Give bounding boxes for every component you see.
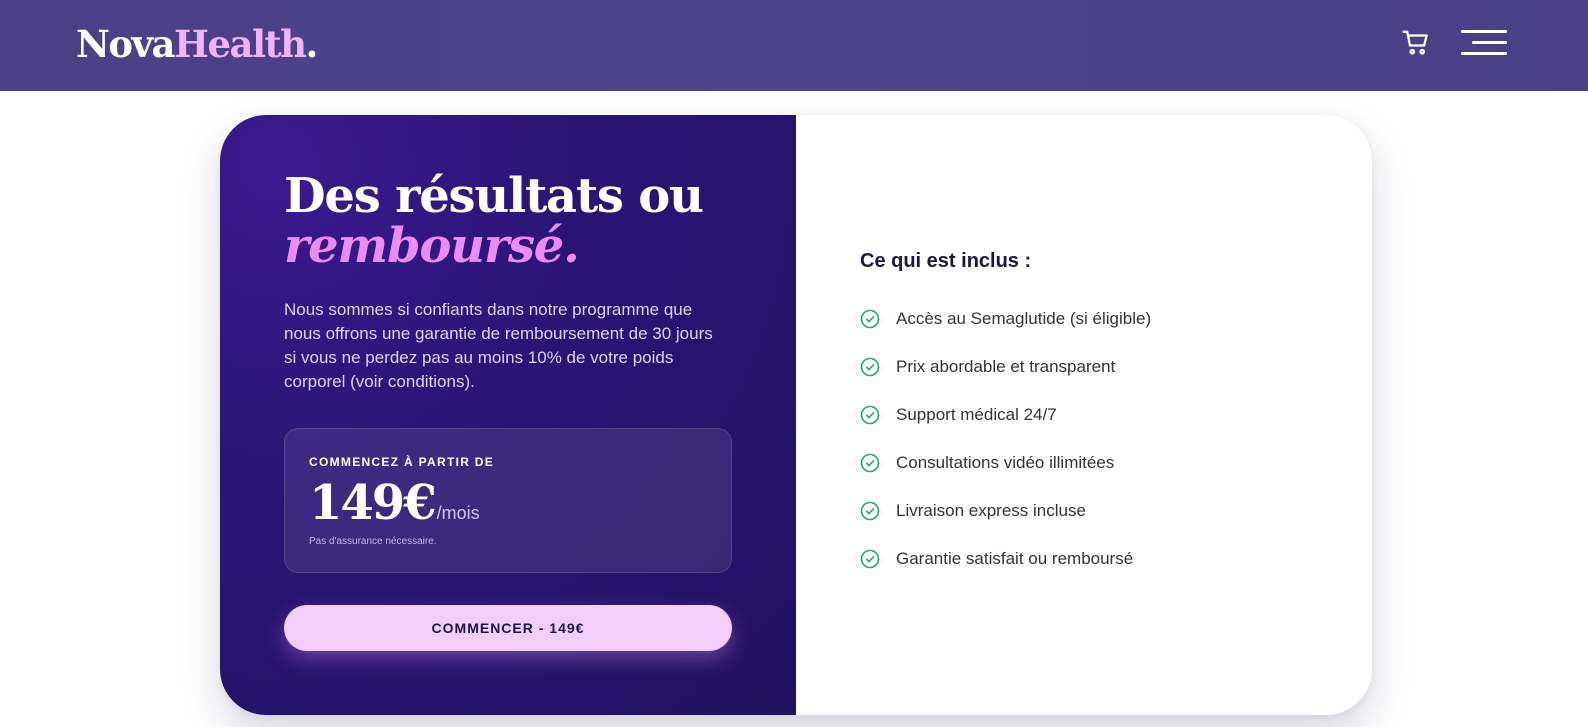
price-box: COMMENCEZ À PARTIR DE 149€/mois Pas d'as… [284,428,732,573]
feature-label: Livraison express incluse [896,501,1086,520]
offer-title-line1: Des résultats ou [284,168,704,224]
start-button[interactable]: COMMENCER - 149€ [284,605,732,651]
check-circle-icon [860,549,880,569]
feature-label: Prix abordable et transparent [896,357,1116,376]
cart-icon[interactable] [1401,28,1431,58]
logo-text-health: Health [173,22,307,66]
offer-panel: Des résultats ou remboursé. Nous sommes … [220,115,796,715]
feature-list: Accès au Semaglutide (si éligible) Prix … [860,307,1151,595]
logo-dot: . [305,22,319,66]
included-panel: Ce qui est inclus : Accès au Semaglutide… [796,115,1372,715]
logo[interactable]: NovaHealth. [76,20,319,68]
feature-label: Consultations vidéo illimitées [896,453,1115,472]
list-item: Livraison express incluse [860,499,1151,547]
list-item: Consultations vidéo illimitées [860,451,1151,499]
feature-label: Accès au Semaglutide (si éligible) [896,309,1152,328]
price-period: /mois [436,503,480,523]
site-header: NovaHealth. [0,0,1588,91]
check-circle-icon [860,405,880,425]
check-circle-icon [860,453,880,473]
price-amount: 149€ [309,475,437,531]
price-label: COMMENCEZ À PARTIR DE [309,455,495,469]
list-item: Support médical 24/7 [860,403,1151,451]
price-row: 149€/mois [309,475,480,531]
price-note: Pas d'assurance nécessaire. [309,536,437,547]
offer-title-line2: remboursé. [284,218,580,274]
check-circle-icon [860,309,880,329]
check-circle-icon [860,501,880,521]
included-title: Ce qui est inclus : [860,250,1032,272]
list-item: Garantie satisfait ou remboursé [860,547,1151,595]
hamburger-menu-icon[interactable] [1458,26,1510,60]
list-item: Accès au Semaglutide (si éligible) [860,307,1151,355]
check-circle-icon [860,357,880,377]
guarantee-card: Des résultats ou remboursé. Nous sommes … [220,115,1372,715]
offer-description: Nous sommes si confiants dans notre prog… [284,300,713,391]
feature-label: Garantie satisfait ou remboursé [896,549,1134,568]
list-item: Prix abordable et transparent [860,355,1151,403]
offer-title: Des résultats ou remboursé. [284,171,744,271]
logo-text-nova: Nova [76,22,175,66]
feature-label: Support médical 24/7 [896,405,1057,424]
